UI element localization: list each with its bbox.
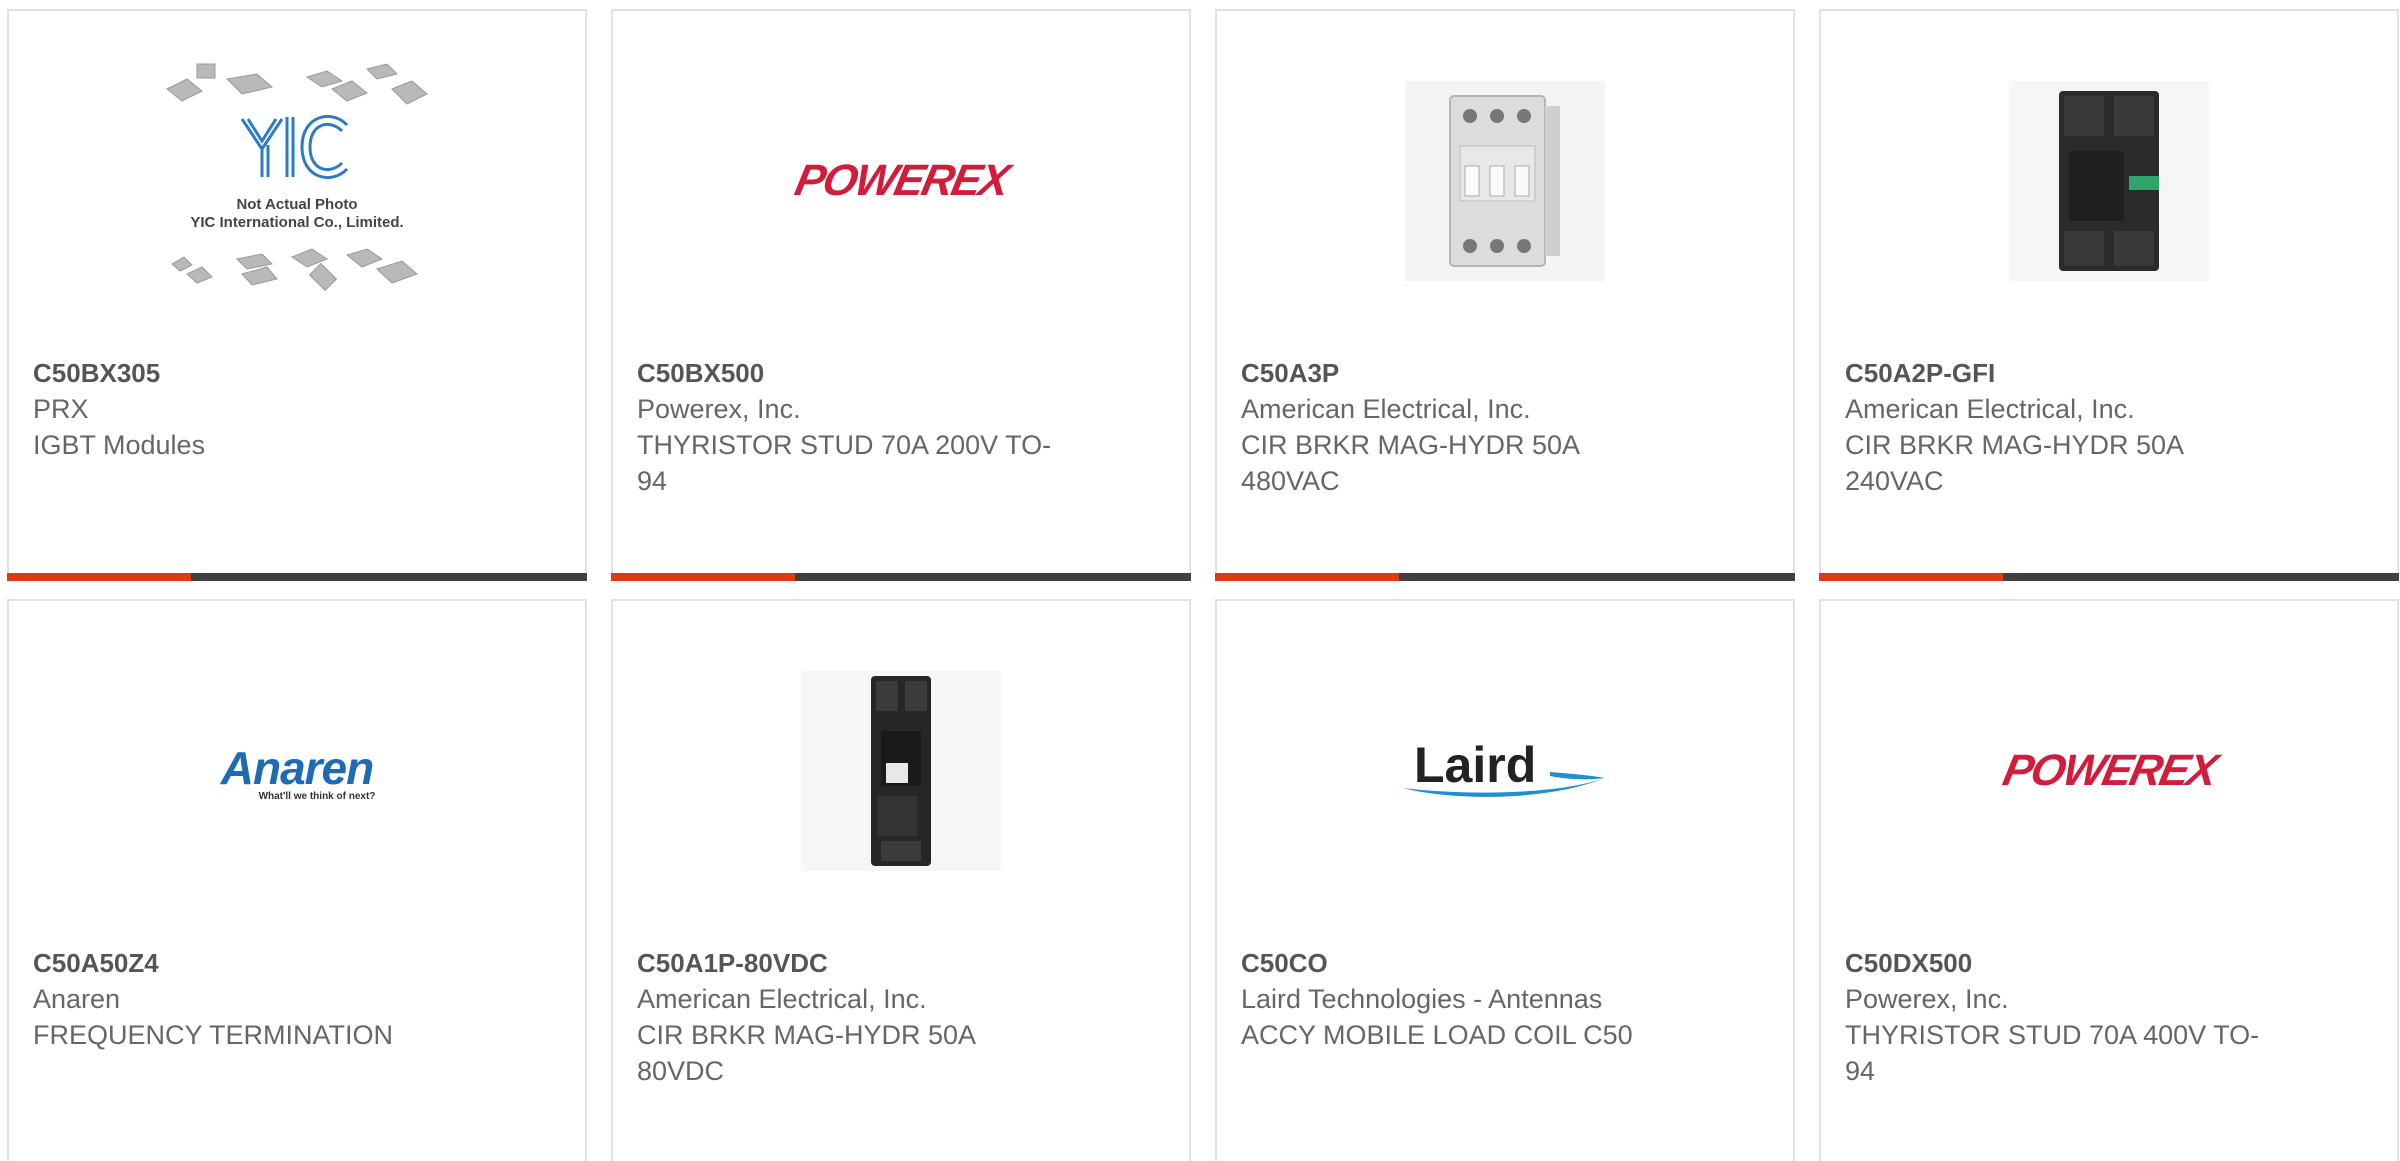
product-card[interactable]: C50A1P-80VDC American Electrical, Inc. C…: [611, 599, 1191, 1161]
circuit-breaker-3pole-icon: [1405, 81, 1605, 281]
product-info: C50A1P-80VDC American Electrical, Inc. C…: [637, 945, 1157, 1089]
part-number-link[interactable]: C50A50Z4: [33, 945, 553, 981]
manufacturer-name: American Electrical, Inc.: [1241, 394, 1531, 424]
product-image[interactable]: Anaren What'll we think of next?: [9, 601, 585, 941]
card-bottom-bar: [7, 573, 587, 581]
product-image[interactable]: Not Actual Photo YIC International Co., …: [9, 11, 585, 351]
svg-text:YIC International Co., Limited: YIC International Co., Limited.: [190, 214, 403, 231]
product-grid: Not Actual Photo YIC International Co., …: [0, 0, 2400, 1161]
laird-logo: Laird: [1400, 736, 1610, 806]
part-number-link[interactable]: C50A3P: [1241, 355, 1761, 391]
product-description: THYRISTOR STUD 70A 400V TO-94: [1845, 1020, 2260, 1086]
product-info: C50CO Laird Technologies - Antennas ACCY…: [1241, 945, 1761, 1053]
manufacturer-name: Powerex, Inc.: [1845, 984, 2009, 1014]
card-bottom-bar: [611, 573, 1191, 581]
product-description: FREQUENCY TERMINATION: [33, 1020, 394, 1050]
part-number-link[interactable]: C50A1P-80VDC: [637, 945, 1157, 981]
chips-icon: Not Actual Photo YIC International Co., …: [166, 62, 428, 291]
product-image[interactable]: [1217, 11, 1793, 351]
product-description: IGBT Modules: [33, 430, 206, 460]
product-card[interactable]: POWEREX C50DX500 Powerex, Inc. THYRISTOR…: [1819, 599, 2399, 1161]
product-card[interactable]: C50A3P American Electrical, Inc. CIR BRK…: [1215, 9, 1795, 581]
svg-text:Not Actual Photo: Not Actual Photo: [236, 196, 357, 213]
part-number-link[interactable]: C50BX305: [33, 355, 553, 391]
product-info: C50DX500 Powerex, Inc. THYRISTOR STUD 70…: [1845, 945, 2365, 1089]
manufacturer-name: Anaren: [33, 984, 121, 1014]
part-number-link[interactable]: C50CO: [1241, 945, 1761, 981]
product-info: C50BX500 Powerex, Inc. THYRISTOR STUD 70…: [637, 355, 1157, 499]
product-card[interactable]: POWEREX C50BX500 Powerex, Inc. THYRISTOR…: [611, 9, 1191, 581]
circuit-breaker-2pole-icon: [2009, 81, 2209, 281]
manufacturer-name: American Electrical, Inc.: [1845, 394, 2135, 424]
product-image[interactable]: POWEREX: [1821, 601, 2397, 941]
card-accent-bar: [1819, 573, 2003, 581]
product-card[interactable]: Not Actual Photo YIC International Co., …: [7, 9, 587, 581]
manufacturer-name: PRX: [33, 394, 89, 424]
manufacturer-name: Laird Technologies - Antennas: [1241, 984, 1603, 1014]
part-number-link[interactable]: C50DX500: [1845, 945, 2365, 981]
product-card[interactable]: Anaren What'll we think of next? C50A50Z…: [7, 599, 587, 1161]
card-bottom-bar: [1819, 573, 2399, 581]
laird-swoosh-icon: [1402, 772, 1605, 797]
card-accent-bar: [611, 573, 795, 581]
product-info: C50A2P-GFI American Electrical, Inc. CIR…: [1845, 355, 2365, 499]
anaren-logo: Anaren What'll we think of next?: [220, 741, 376, 802]
powerex-logo: POWEREX: [1998, 746, 2220, 795]
product-description: CIR BRKR MAG-HYDR 50A 80VDC: [637, 1020, 975, 1086]
part-number-link[interactable]: C50A2P-GFI: [1845, 355, 2365, 391]
manufacturer-name: American Electrical, Inc.: [637, 984, 927, 1014]
product-description: THYRISTOR STUD 70A 200V TO-94: [637, 430, 1052, 496]
product-info: C50A3P American Electrical, Inc. CIR BRK…: [1241, 355, 1761, 499]
product-image[interactable]: [1821, 11, 2397, 351]
product-info: C50A50Z4 Anaren FREQUENCY TERMINATION: [33, 945, 553, 1053]
product-image[interactable]: POWEREX: [613, 11, 1189, 351]
product-card[interactable]: Laird C50CO Laird Technologies - Antenna…: [1215, 599, 1795, 1161]
powerex-logo: POWEREX: [790, 156, 1012, 205]
card-accent-bar: [1215, 573, 1399, 581]
product-image[interactable]: Laird: [1217, 601, 1793, 941]
circuit-breaker-1pole-icon: [801, 671, 1001, 871]
yic-placeholder-image: Not Actual Photo YIC International Co., …: [162, 59, 432, 304]
card-bottom-bar: [1215, 573, 1795, 581]
product-card[interactable]: C50A2P-GFI American Electrical, Inc. CIR…: [1819, 9, 2399, 581]
product-info: C50BX305 PRX IGBT Modules: [33, 355, 553, 463]
part-number-link[interactable]: C50BX500: [637, 355, 1157, 391]
product-description: CIR BRKR MAG-HYDR 50A 480VAC: [1241, 430, 1579, 496]
product-image[interactable]: [613, 601, 1189, 941]
product-description: ACCY MOBILE LOAD COIL C50: [1241, 1020, 1633, 1050]
product-description: CIR BRKR MAG-HYDR 50A 240VAC: [1845, 430, 2183, 496]
card-accent-bar: [7, 573, 191, 581]
manufacturer-name: Powerex, Inc.: [637, 394, 801, 424]
